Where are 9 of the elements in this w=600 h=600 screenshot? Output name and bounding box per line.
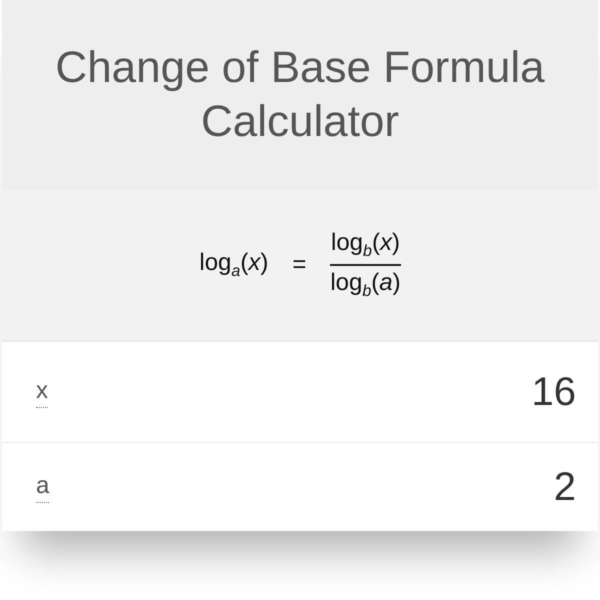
variable-label: x xyxy=(36,376,48,408)
calculator-title: Change of Base Formula Calculator xyxy=(54,42,546,148)
value-field[interactable]: 2 xyxy=(374,464,578,510)
value-field[interactable]: 16 xyxy=(374,368,578,416)
formula-numerator: log$_{b}$(x) xyxy=(331,229,400,262)
variable-label: a xyxy=(36,472,50,502)
formula-left: log$_{a}$(x) xyxy=(199,249,268,281)
formula-denominator: log$_{b}$(a) xyxy=(330,268,401,301)
equals-sign: = xyxy=(292,251,306,279)
